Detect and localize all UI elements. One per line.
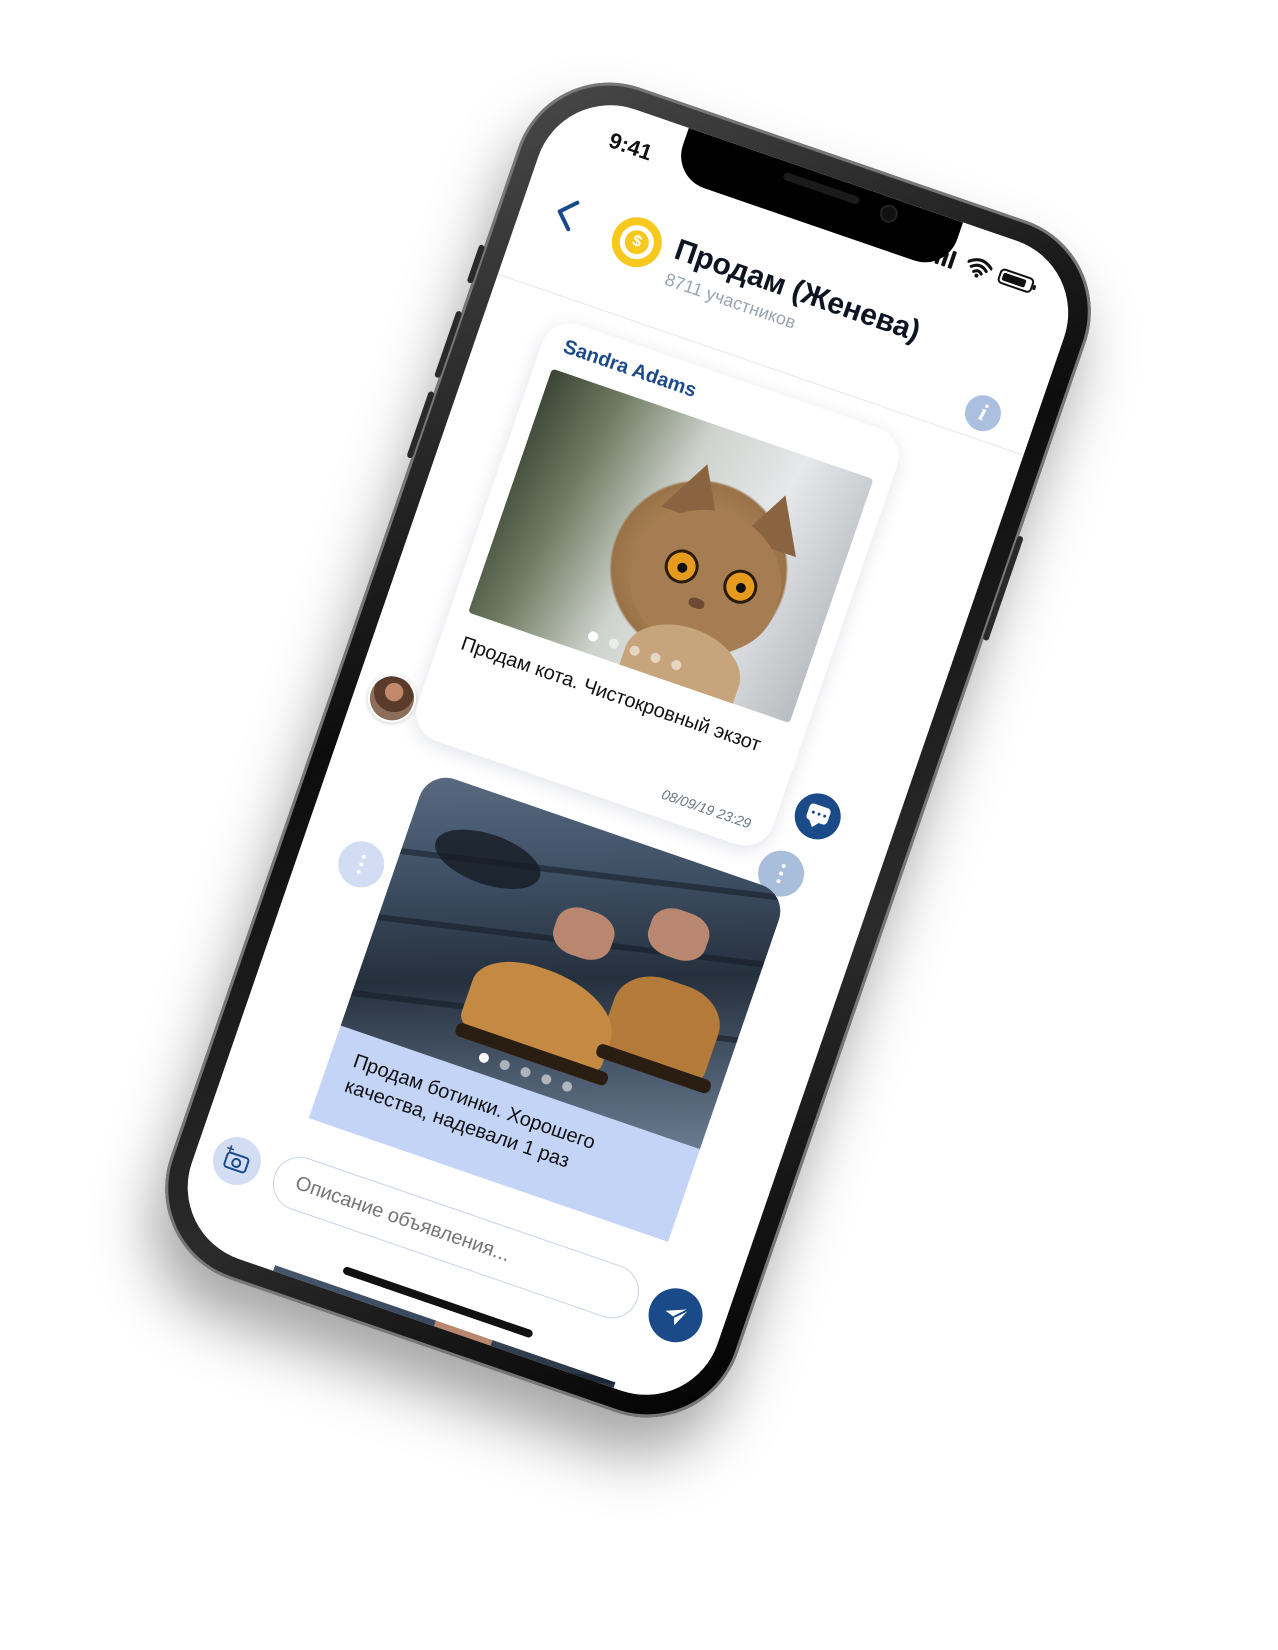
- battery-icon: [996, 267, 1036, 295]
- avatar[interactable]: [361, 667, 423, 729]
- pager-dot[interactable]: [519, 1065, 532, 1079]
- pager-dot[interactable]: [539, 1072, 553, 1086]
- message-timestamp: 08/09/19 23:29: [659, 785, 754, 832]
- dollar-coin-icon: $: [621, 226, 653, 258]
- incoming-message[interactable]: Sandra Adams Продам кота. Чистокровный э…: [408, 315, 907, 854]
- hand: [547, 901, 620, 967]
- info-icon[interactable]: i: [960, 390, 1006, 437]
- phone-mockup: 9:41 $ Продам (Женева) 8711 участников i…: [139, 56, 1117, 1444]
- more-options-button[interactable]: [331, 835, 391, 894]
- status-time: 9:41: [605, 127, 656, 166]
- comment-button[interactable]: [788, 787, 847, 846]
- back-icon[interactable]: [547, 193, 586, 235]
- chat-bubble-icon: [805, 802, 832, 826]
- screen: 9:41 $ Продам (Женева) 8711 участников i…: [167, 84, 1089, 1416]
- pager-dot[interactable]: [477, 1051, 491, 1065]
- group-avatar[interactable]: $: [605, 210, 669, 274]
- pager-dot[interactable]: [498, 1058, 512, 1072]
- puddle: [427, 817, 548, 901]
- pager-dot[interactable]: [607, 637, 621, 650]
- pager-dot[interactable]: [586, 630, 600, 643]
- front-camera: [877, 202, 901, 226]
- send-icon: [665, 1308, 690, 1326]
- wifi-icon: [967, 258, 993, 278]
- add-photo-button[interactable]: +: [206, 1130, 268, 1192]
- send-button[interactable]: [641, 1280, 710, 1350]
- pager-dot[interactable]: [560, 1080, 574, 1093]
